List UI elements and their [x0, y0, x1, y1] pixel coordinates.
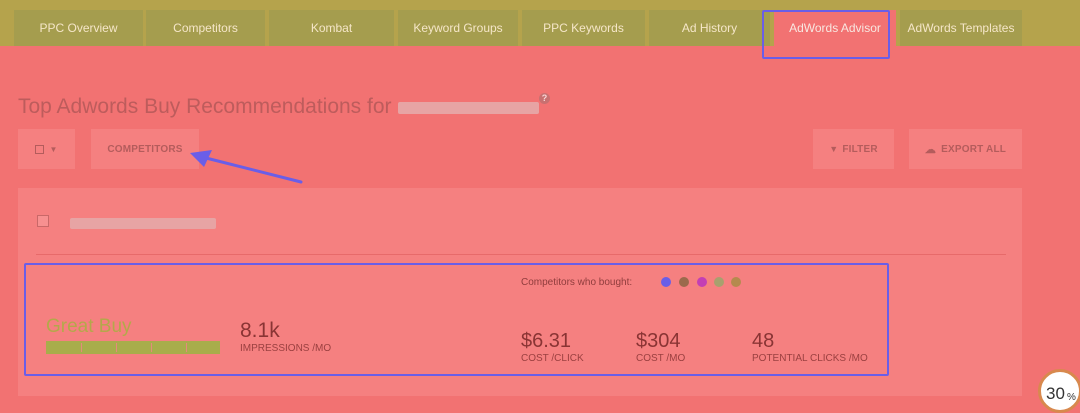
competitor-dot[interactable] [661, 277, 671, 287]
competitor-dot[interactable] [679, 277, 689, 287]
meter-segment [151, 343, 152, 352]
competitor-dot[interactable] [697, 277, 707, 287]
rating-label: Great Buy [46, 316, 132, 337]
meter-segment [116, 343, 117, 352]
redacted-keyword [70, 218, 216, 229]
potential-clicks-value: 48 [752, 330, 775, 352]
cost-per-month-value: $304 [636, 330, 681, 352]
potential-clicks-label: POTENTIAL CLICKS /MO [752, 353, 868, 364]
competitors-bought-label: Competitors who bought: [521, 277, 633, 288]
competitor-dot[interactable] [731, 277, 741, 287]
row-checkbox[interactable] [37, 215, 49, 227]
impressions-label: IMPRESSIONS /MO [240, 343, 332, 354]
cost-per-month-label: COST /MO [636, 353, 686, 364]
meter-segment [186, 343, 187, 352]
meter-segment [81, 343, 82, 352]
impressions-value: 8.1k [240, 319, 280, 342]
rating-meter [46, 341, 220, 354]
card-divider [36, 254, 1006, 255]
cost-per-click-value: $6.31 [521, 330, 572, 352]
cost-per-click-label: COST /CLICK [521, 353, 584, 364]
progress-badge-value: 30 [1046, 384, 1065, 403]
competitor-dot[interactable] [714, 277, 724, 287]
progress-badge-unit: % [1067, 392, 1076, 403]
